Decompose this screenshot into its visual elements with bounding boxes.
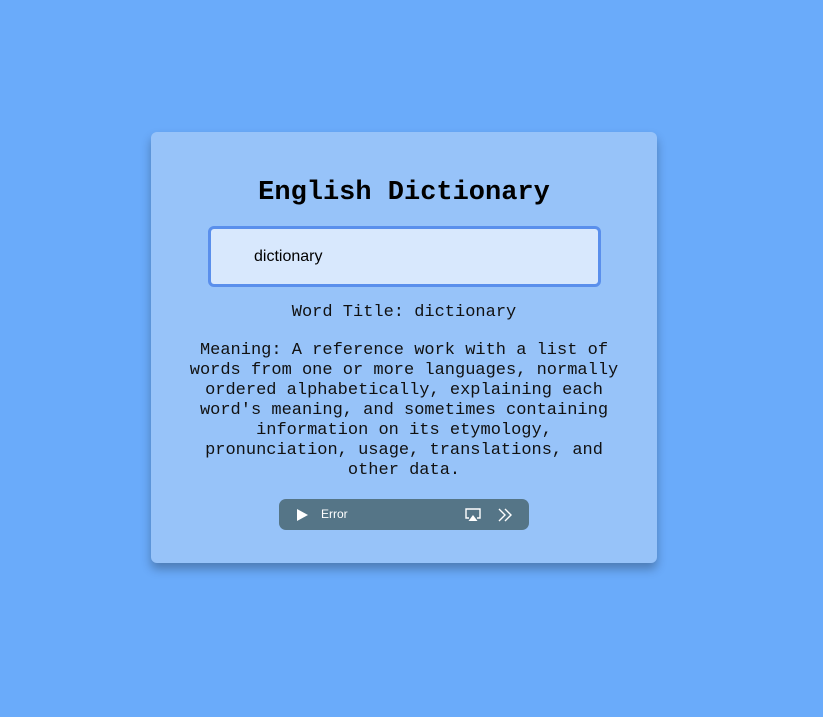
audio-player[interactable]: Error xyxy=(279,499,529,530)
dictionary-card: English Dictionary Word Title: dictionar… xyxy=(151,132,657,563)
meaning-text: Meaning: A reference work with a list of… xyxy=(189,341,619,480)
fast-forward-icon[interactable] xyxy=(497,507,513,523)
word-title: Word Title: dictionary xyxy=(291,303,517,322)
page-title: English Dictionary xyxy=(258,178,550,208)
search-input[interactable] xyxy=(208,226,601,287)
audio-status: Error xyxy=(321,507,348,521)
airplay-icon[interactable] xyxy=(464,507,482,523)
play-icon[interactable] xyxy=(295,508,309,522)
